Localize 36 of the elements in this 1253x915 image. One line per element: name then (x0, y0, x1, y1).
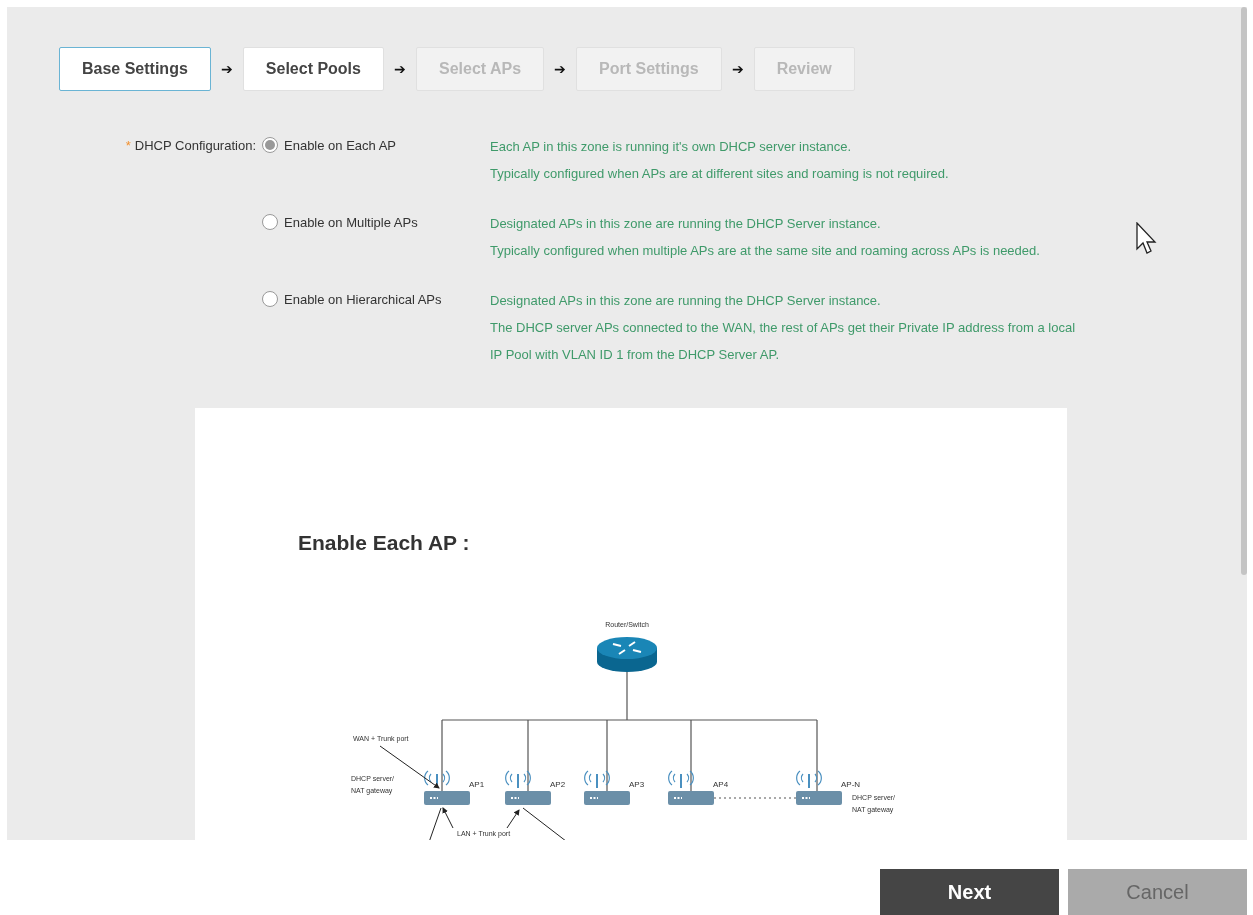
access-point-icon (796, 770, 842, 805)
option-description: Typically configured when multiple APs are at the same site and roaming across APs is needed. (490, 242, 1040, 260)
access-point-icon (505, 770, 551, 805)
option-description: Typically configured when APs are at different sites and roaming is not required. (490, 165, 949, 183)
router-icon (597, 637, 657, 672)
radio-label[interactable]: Enable on Hierarchical APs (284, 290, 442, 310)
access-point-icon (424, 770, 470, 805)
ap-label: AP-N (841, 780, 861, 789)
scrollbar[interactable] (1241, 7, 1247, 575)
radio-button[interactable] (262, 291, 278, 307)
ap-label: AP1 (469, 780, 485, 789)
option-description: Each AP in this zone is running it's own DHCP server instance. (490, 138, 852, 156)
ap-label: AP3 (629, 780, 645, 789)
required-mark: * (125, 138, 131, 153)
radio-button[interactable] (262, 137, 278, 153)
leader-line (506, 809, 520, 829)
radio-button[interactable] (262, 214, 278, 230)
option-description: Designated APs in this zone are running the DHCP Server instance. (490, 215, 881, 233)
wizard-step-tab[interactable]: Base Settings (59, 47, 211, 91)
field-label: DHCP Configuration: (134, 138, 256, 153)
arrow-icon: ➔ (731, 61, 744, 77)
wizard-step-tab[interactable]: Select Pools (242, 47, 384, 91)
option-description: The DHCP server APs connected to the WAN, the rest of APs get their Private IP address from a local (490, 319, 1076, 337)
ap-label: AP4 (713, 780, 729, 789)
radio-label[interactable]: Enable on Each AP (284, 136, 397, 156)
diagram-title: Enable Each AP : (298, 531, 470, 554)
ap-label: AP2 (550, 780, 566, 789)
access-point-icon (668, 770, 714, 805)
arrow-icon: ➔ (554, 61, 567, 77)
arrow-icon: ➔ (393, 61, 406, 77)
option-description: IP Pool with VLAN ID 1 from the DHCP Server AP. (490, 346, 779, 364)
access-point-icon (584, 770, 630, 805)
arrow-icon: ➔ (220, 61, 233, 77)
radio-label[interactable]: Enable on Multiple APs (284, 213, 418, 233)
option-description: Designated APs in this zone are running the DHCP Server instance. (490, 292, 881, 310)
next-button[interactable]: Next (880, 869, 1059, 915)
